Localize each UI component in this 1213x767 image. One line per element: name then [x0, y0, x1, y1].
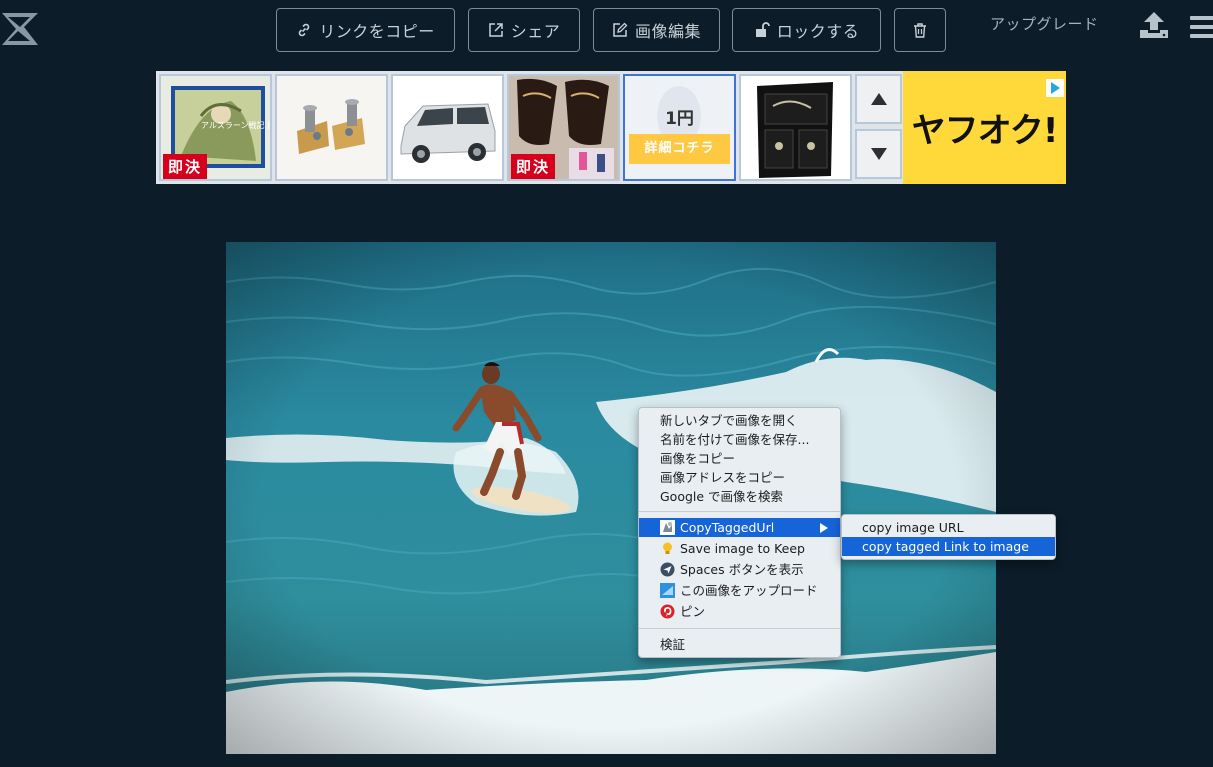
ad-scroll-down-button[interactable] [855, 129, 902, 179]
ad-item-one-yen[interactable]: 1円 詳細コチラ [623, 74, 736, 181]
copy-link-label: リンクをコピー [319, 22, 435, 41]
details-button[interactable]: 詳細コチラ [629, 134, 730, 164]
menu-separator [639, 511, 840, 512]
ad-banner: アルスラーン戦記 風塵乱舞 即決 [156, 71, 1066, 184]
share-button[interactable]: シェア [468, 8, 580, 52]
instant-buy-badge: 即決 [163, 154, 208, 179]
yahuoku-logo: ヤフオク! [911, 111, 1059, 151]
lacquer-cabinet-image [741, 76, 850, 179]
edit-icon [613, 22, 628, 37]
copy-link-button[interactable]: リンクをコピー [276, 8, 455, 52]
ad-item-car[interactable] [391, 74, 504, 181]
upload-image-label: この画像をアップロード [680, 583, 818, 598]
main-image[interactable] [226, 242, 996, 754]
surfer-photo [226, 242, 996, 754]
pin-label: ピン [680, 604, 706, 619]
menu-item-copy-image[interactable]: 画像をコピー [639, 449, 840, 468]
white-van-image [393, 76, 502, 179]
share-label: シェア [510, 22, 561, 41]
upload-icon [1140, 12, 1168, 38]
copytaggedurl-label: CopyTaggedUrl [680, 520, 775, 535]
extension-icon [660, 520, 675, 535]
menu-item-open-image-new-tab[interactable]: 新しいタブで画像を開く [639, 411, 840, 430]
ad-scroll-up-button[interactable] [855, 74, 902, 124]
submenu-arrow-icon [820, 523, 828, 533]
menu-separator [639, 628, 840, 629]
ad-item-bluray[interactable]: アルスラーン戦記 風塵乱舞 即決 [159, 74, 272, 181]
hamburger-menu-button[interactable] [1190, 14, 1213, 44]
trash-icon [914, 23, 926, 38]
external-share-icon [488, 23, 503, 37]
ad-item-parts[interactable] [275, 74, 388, 181]
upgrade-link[interactable]: アップグレード [990, 13, 1099, 34]
upload-button[interactable] [1138, 10, 1170, 44]
upload-image-icon [660, 583, 675, 598]
hamburger-icon [1190, 16, 1213, 38]
ad-item-sandals[interactable]: 即決 [507, 74, 620, 181]
lock-button[interactable]: ロックする [732, 8, 881, 52]
one-yen-price: 1円 [665, 109, 694, 129]
keep-bulb-icon [663, 542, 672, 554]
triangle-up-icon [870, 93, 887, 105]
triangle-down-icon [870, 148, 887, 160]
copytaggedurl-submenu: copy image URL copy tagged Link to image [841, 514, 1056, 560]
instant-buy-badge: 即決 [511, 154, 556, 179]
spaces-icon [660, 562, 675, 577]
menu-item-save-image-as[interactable]: 名前を付けて画像を保存... [639, 430, 840, 449]
menu-item-search-google[interactable]: Google で画像を検索 [639, 487, 840, 506]
menu-item-pin[interactable]: ピン [639, 602, 840, 621]
ad-choices-icon[interactable] [1046, 79, 1064, 97]
site-logo[interactable] [0, 7, 40, 47]
ad-item-cabinet[interactable] [739, 74, 852, 181]
menu-item-inspect[interactable]: 検証 [639, 635, 840, 654]
menu-item-copy-image-address[interactable]: 画像アドレスをコピー [639, 468, 840, 487]
delete-button[interactable] [894, 8, 946, 52]
spaces-label: Spaces ボタンを表示 [680, 562, 804, 577]
menu-item-save-to-keep[interactable]: Save image to Keep [639, 539, 840, 558]
menu-item-upload-image[interactable]: この画像をアップロード [639, 581, 840, 600]
submenu-item-copy-tagged-link[interactable]: copy tagged Link to image [842, 537, 1055, 556]
menu-item-copytaggedurl[interactable]: CopyTaggedUrl [639, 518, 840, 537]
edit-image-button[interactable]: 画像編集 [593, 8, 720, 52]
context-menu: 新しいタブで画像を開く 名前を付けて画像を保存... 画像をコピー 画像アドレス… [638, 407, 841, 658]
logo-icon [2, 13, 38, 45]
pinterest-icon [660, 604, 675, 619]
edit-image-label: 画像編集 [634, 22, 701, 41]
unlock-icon [755, 22, 770, 37]
link-icon [298, 23, 310, 37]
yahuoku-ad[interactable]: ヤフオク! [903, 71, 1066, 184]
bluray-cover-text: アルスラーン戦記 風塵乱舞 [201, 121, 270, 130]
brass-parts-image [277, 76, 386, 179]
save-to-keep-label: Save image to Keep [680, 541, 805, 556]
menu-item-spaces[interactable]: Spaces ボタンを表示 [639, 560, 840, 579]
submenu-item-copy-image-url[interactable]: copy image URL [842, 518, 1055, 537]
lock-label: ロックする [776, 22, 860, 41]
